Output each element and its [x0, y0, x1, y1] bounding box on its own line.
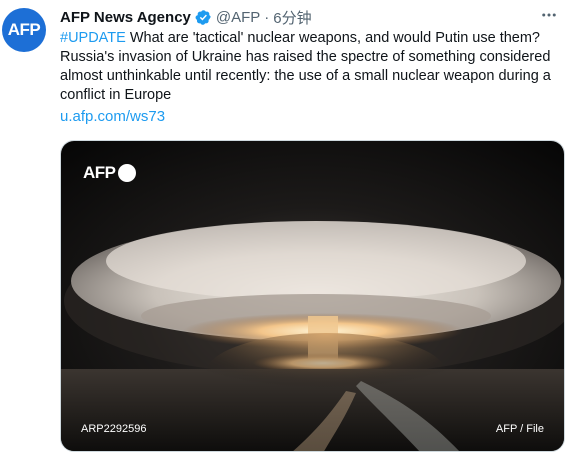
- verified-badge-icon: [195, 9, 212, 26]
- more-options-icon[interactable]: [538, 5, 560, 25]
- watermark-text: AFP: [83, 163, 116, 182]
- url-link[interactable]: u.afp.com/ws73: [60, 108, 165, 125]
- hashtag-link[interactable]: #UPDATE: [60, 30, 126, 46]
- avatar-logo-text: AFP: [7, 20, 41, 39]
- tweet-header: AFP News Agency @AFP · 6分钟: [60, 7, 312, 27]
- separator: ·: [264, 8, 270, 26]
- watermark-dot-icon: [117, 164, 136, 182]
- photo-credit-caption: AFP / File: [495, 423, 544, 435]
- tweet-text: #UPDATE What are 'tactical' nuclear weap…: [60, 29, 565, 105]
- tweet-body: What are 'tactical' nuclear weapons, and…: [60, 30, 551, 103]
- avatar[interactable]: AFP: [2, 8, 46, 52]
- photo-id-caption: ARP2292596: [81, 423, 147, 435]
- media-image[interactable]: AFP ARP2292596 AFP / File: [60, 140, 565, 452]
- timestamp[interactable]: 6分钟: [273, 7, 311, 28]
- nuclear-explosion-photo: [61, 141, 564, 451]
- handle[interactable]: @AFP: [216, 9, 260, 26]
- afp-watermark-logo: AFP: [83, 163, 136, 183]
- author-name[interactable]: AFP News Agency: [60, 9, 191, 26]
